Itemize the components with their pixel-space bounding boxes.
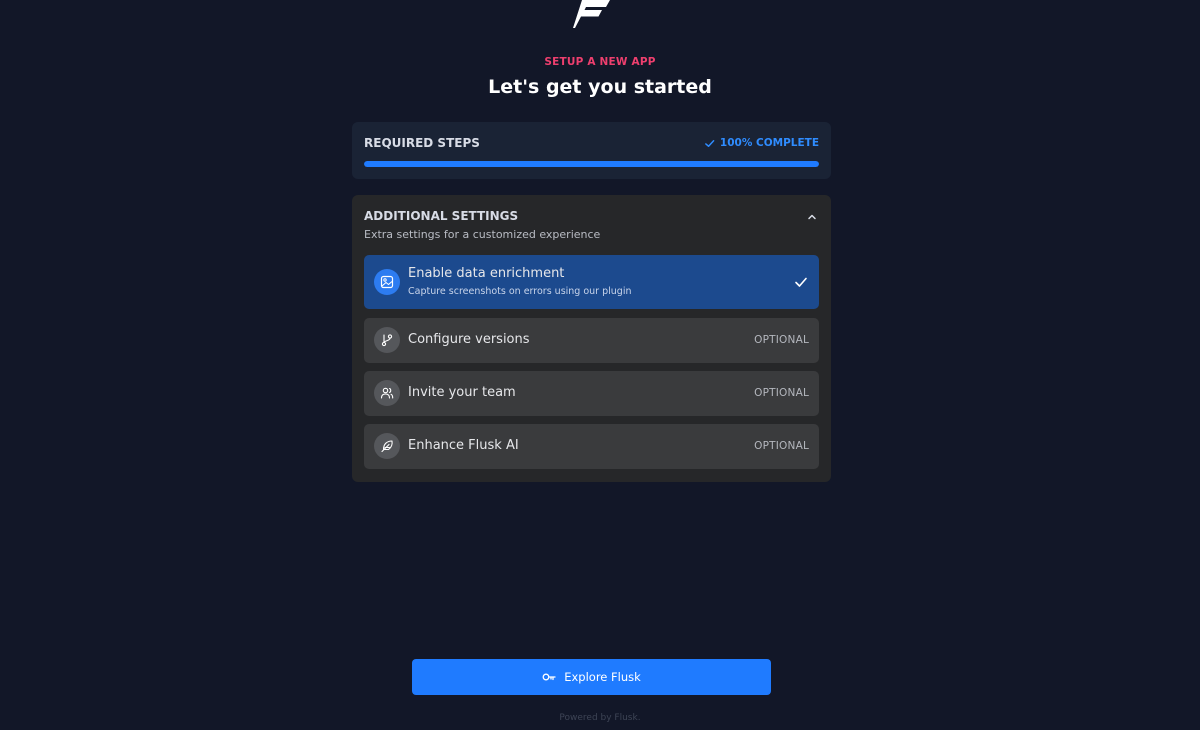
setting-enhance-flusk-ai[interactable]: Enhance Flusk AI OPTIONAL <box>364 424 819 469</box>
progress-bar-fill <box>364 161 819 167</box>
setting-label: Configure versions <box>408 332 530 347</box>
required-steps-status-text: 100% COMPLETE <box>719 137 819 149</box>
setting-description: Capture screenshots on errors using our … <box>408 286 632 297</box>
progress-bar <box>364 161 819 167</box>
powered-by-footer: Powered by Flusk. <box>559 713 641 723</box>
users-icon <box>380 387 394 399</box>
check-icon <box>705 139 715 147</box>
page-eyebrow: SETUP A NEW APP <box>544 56 656 68</box>
optional-badge: OPTIONAL <box>754 387 809 399</box>
setting-enable-data-enrichment[interactable]: Enable data enrichment Capture screensho… <box>364 255 819 309</box>
chevron-up-icon <box>808 214 816 220</box>
setting-icon-badge <box>374 269 400 295</box>
flusk-logo-icon <box>573 0 610 28</box>
required-steps-label: REQUIRED STEPS <box>364 136 480 150</box>
setup-page: SETUP A NEW APP Let's get you started RE… <box>0 0 1200 730</box>
git-branch-icon <box>381 334 393 347</box>
required-steps-status: 100% COMPLETE <box>704 137 819 149</box>
additional-settings-card: ADDITIONAL SETTINGS Extra settings for a… <box>352 195 831 482</box>
additional-settings-title: ADDITIONAL SETTINGS <box>364 209 519 223</box>
optional-badge: OPTIONAL <box>754 440 809 452</box>
setting-icon-badge <box>374 433 400 459</box>
setting-icon-badge <box>374 380 400 406</box>
collapse-toggle[interactable] <box>805 211 819 223</box>
page-title: Let's get you started <box>488 76 712 98</box>
setting-invite-your-team[interactable]: Invite your team OPTIONAL <box>364 371 819 416</box>
optional-badge: OPTIONAL <box>754 334 809 346</box>
setting-configure-versions[interactable]: Configure versions OPTIONAL <box>364 318 819 363</box>
additional-settings-subtitle: Extra settings for a customized experien… <box>364 228 601 241</box>
check-icon <box>795 277 807 287</box>
feather-icon <box>381 440 393 453</box>
key-icon <box>542 673 556 681</box>
setting-icon-badge <box>374 327 400 353</box>
explore-flusk-button[interactable]: Explore Flusk <box>412 659 771 695</box>
setting-label: Invite your team <box>408 385 516 400</box>
setting-label: Enable data enrichment <box>408 266 565 281</box>
setting-label: Enhance Flusk AI <box>408 438 519 453</box>
required-steps-card: REQUIRED STEPS 100% COMPLETE <box>352 122 831 179</box>
image-icon <box>380 275 394 289</box>
explore-flusk-label: Explore Flusk <box>564 670 641 684</box>
